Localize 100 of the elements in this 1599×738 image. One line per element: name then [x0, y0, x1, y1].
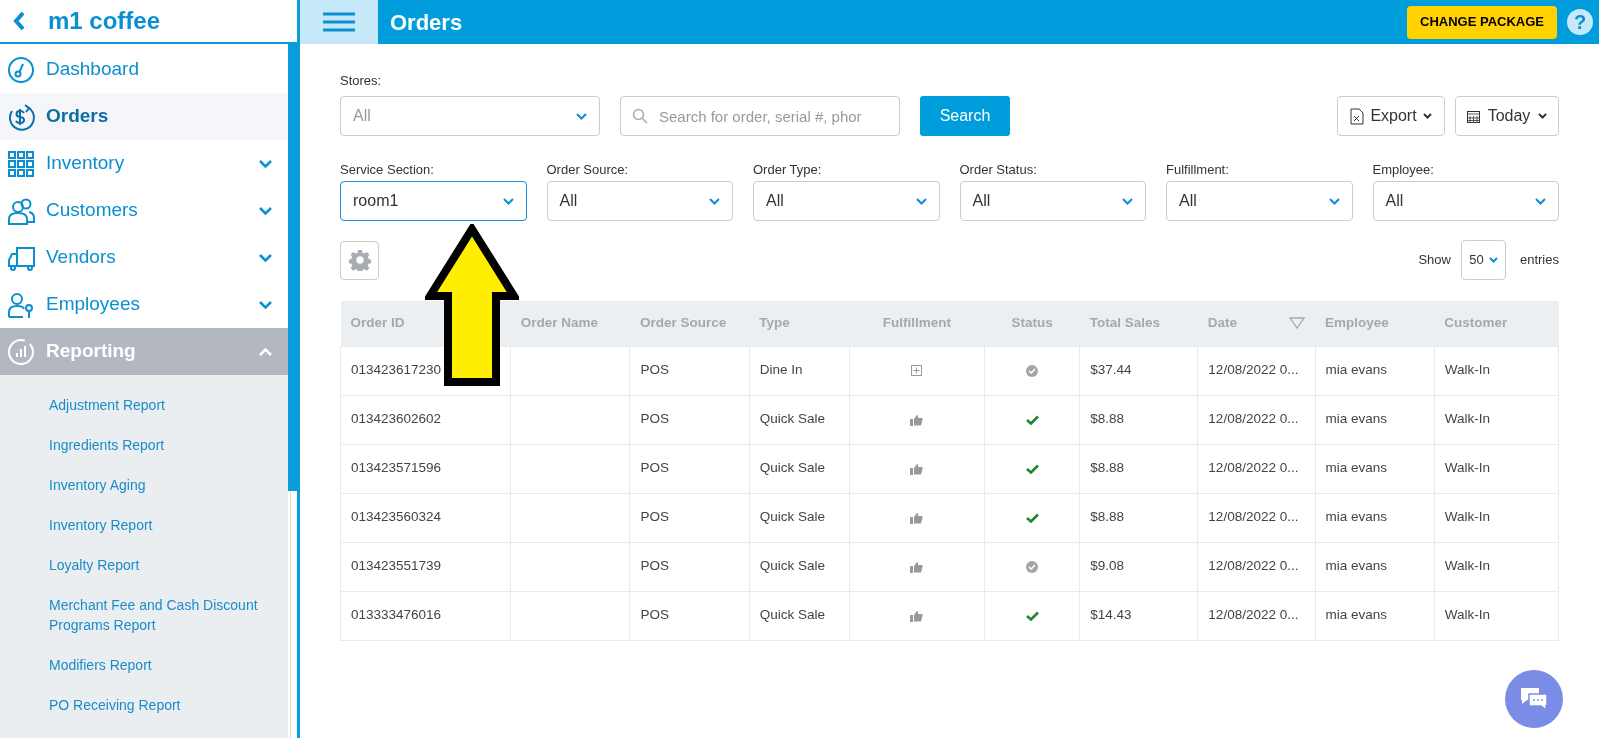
page-size-dropdown[interactable]: 50 [1460, 240, 1506, 280]
table-cell: Walk-In [1434, 493, 1559, 542]
table-cell: Quick Sale [749, 542, 850, 591]
date-range-button[interactable]: Today [1455, 96, 1559, 136]
filter-dropdown[interactable]: All [1166, 181, 1353, 221]
thumbs-up-icon [910, 560, 924, 573]
show-label: Show [1418, 251, 1451, 270]
report-link[interactable]: Inventory Aging [0, 465, 288, 505]
table-cell: 12/08/2022 0... [1197, 493, 1316, 542]
table-cell: mia evans [1315, 542, 1435, 591]
column-header[interactable]: Status [1011, 315, 1053, 331]
table-cell: mia evans [1315, 591, 1435, 640]
column-header[interactable]: Total Sales [1089, 315, 1160, 331]
settings-button[interactable] [340, 240, 379, 280]
filter-dropdown[interactable]: All [546, 181, 733, 221]
check-icon [1025, 512, 1039, 523]
chevron-down-icon [259, 159, 272, 168]
sort-icon[interactable] [1289, 317, 1306, 330]
people-icon [7, 196, 35, 225]
report-link[interactable]: Merchant Fee and Cash Discount Programs Report [0, 585, 288, 645]
table-cell: 013423551739 [340, 542, 511, 591]
check-circle-icon [1026, 560, 1039, 573]
filter-dropdown[interactable]: All [1372, 181, 1559, 221]
chevron-down-icon [1328, 197, 1340, 205]
stores-dropdown[interactable]: All [340, 96, 600, 136]
filter-label: Fulfillment: [1166, 161, 1230, 178]
sidebar-item[interactable]: Orders [0, 93, 288, 140]
column-header[interactable]: Order Source [639, 315, 727, 331]
page-title: Orders [390, 8, 463, 37]
help-icon[interactable]: ? [1567, 9, 1593, 35]
table-cell: 013423571596 [340, 444, 511, 493]
column-header[interactable]: Order ID [350, 315, 405, 331]
filter-dropdown[interactable]: All [753, 181, 940, 221]
change-package-button[interactable]: CHANGE PACKAGE [1407, 5, 1557, 39]
column-header[interactable]: Date [1207, 313, 1238, 334]
column-header[interactable]: Fulfillment [882, 315, 952, 331]
calendar-icon [1466, 109, 1480, 123]
table-cell: 12/08/2022 0... [1197, 542, 1316, 591]
table-cell: Walk-In [1434, 542, 1559, 591]
chevron-down-icon [1122, 197, 1133, 205]
table-cell: 013423560324 [340, 493, 511, 542]
report-link[interactable]: Loyalty Report [0, 545, 288, 585]
report-link[interactable]: Inventory Report [0, 505, 288, 545]
chevron-down-icon [915, 197, 927, 205]
back-icon[interactable] [12, 10, 26, 32]
scrollbar-thumb[interactable] [288, 44, 297, 491]
table-cell: Quick Sale [749, 395, 850, 444]
table-cell: Walk-In [1434, 591, 1559, 640]
chevron-down-icon [259, 253, 272, 262]
table-cell: 013333476016 [340, 591, 511, 640]
report-link[interactable]: Ingredients Report [0, 425, 288, 465]
filter-label: Order Status: [959, 161, 1038, 178]
bar-chart-circle-icon [7, 337, 35, 366]
filter-label: Order Type: [753, 161, 823, 178]
search-button[interactable]: Search [920, 96, 1010, 136]
thumbs-up-icon [910, 413, 924, 426]
report-link[interactable]: Modifiers Report [0, 645, 288, 685]
column-header[interactable]: Customer [1444, 315, 1508, 331]
table-cell: POS [629, 542, 750, 591]
table-cell: POS [629, 444, 750, 493]
filter-dropdown[interactable]: All [959, 181, 1146, 221]
chevron-down-icon [502, 197, 514, 205]
menu-button[interactable] [300, 0, 378, 44]
thumbs-up-icon [910, 462, 924, 475]
person-badge-icon [7, 290, 35, 319]
stores-label: Stores: [340, 72, 383, 89]
check-icon [1025, 610, 1039, 621]
table-cell: mia evans [1315, 493, 1435, 542]
table-cell: POS [629, 346, 750, 395]
table-cell: $8.88 [1079, 395, 1198, 444]
column-header[interactable]: Employee [1325, 315, 1389, 331]
table-cell: mia evans [1315, 395, 1435, 444]
table-cell: 12/08/2022 0... [1197, 346, 1316, 395]
export-button[interactable]: Export [1337, 96, 1445, 136]
table-cell: Walk-In [1434, 444, 1559, 493]
chat-button[interactable] [1505, 670, 1563, 728]
chevron-up-icon [259, 347, 272, 356]
sidebar-item[interactable]: Reporting [0, 328, 288, 375]
dollar-refresh-icon [7, 102, 35, 131]
filter-dropdown[interactable]: room1 [340, 181, 527, 221]
column-header[interactable]: Order Name [520, 315, 599, 331]
search-field[interactable]: Search for order, serial #, phor [620, 96, 900, 136]
report-link[interactable]: Adjustment Report [0, 385, 288, 425]
table-cell: Dine In [749, 346, 850, 395]
table-cell: 013423602602 [340, 395, 511, 444]
table-cell: 12/08/2022 0... [1197, 591, 1316, 640]
chevron-down-icon [1538, 113, 1548, 119]
column-header[interactable]: Type [759, 315, 790, 331]
brand-name: m1 coffee [48, 6, 161, 36]
table-cell: Quick Sale [749, 444, 850, 493]
table-cell: 12/08/2022 0... [1197, 444, 1316, 493]
entries-label: entries [1519, 251, 1559, 270]
report-link[interactable]: PO Receiving Report [0, 685, 288, 725]
table-cell: Walk-In [1434, 346, 1559, 395]
check-circle-icon [1026, 364, 1039, 377]
plus-square-icon[interactable] [911, 365, 923, 377]
table-cell: $14.43 [1079, 591, 1198, 640]
thumbs-up-icon [910, 511, 924, 524]
spreadsheet-file-icon [1350, 107, 1365, 125]
chevron-down-icon [259, 206, 272, 215]
